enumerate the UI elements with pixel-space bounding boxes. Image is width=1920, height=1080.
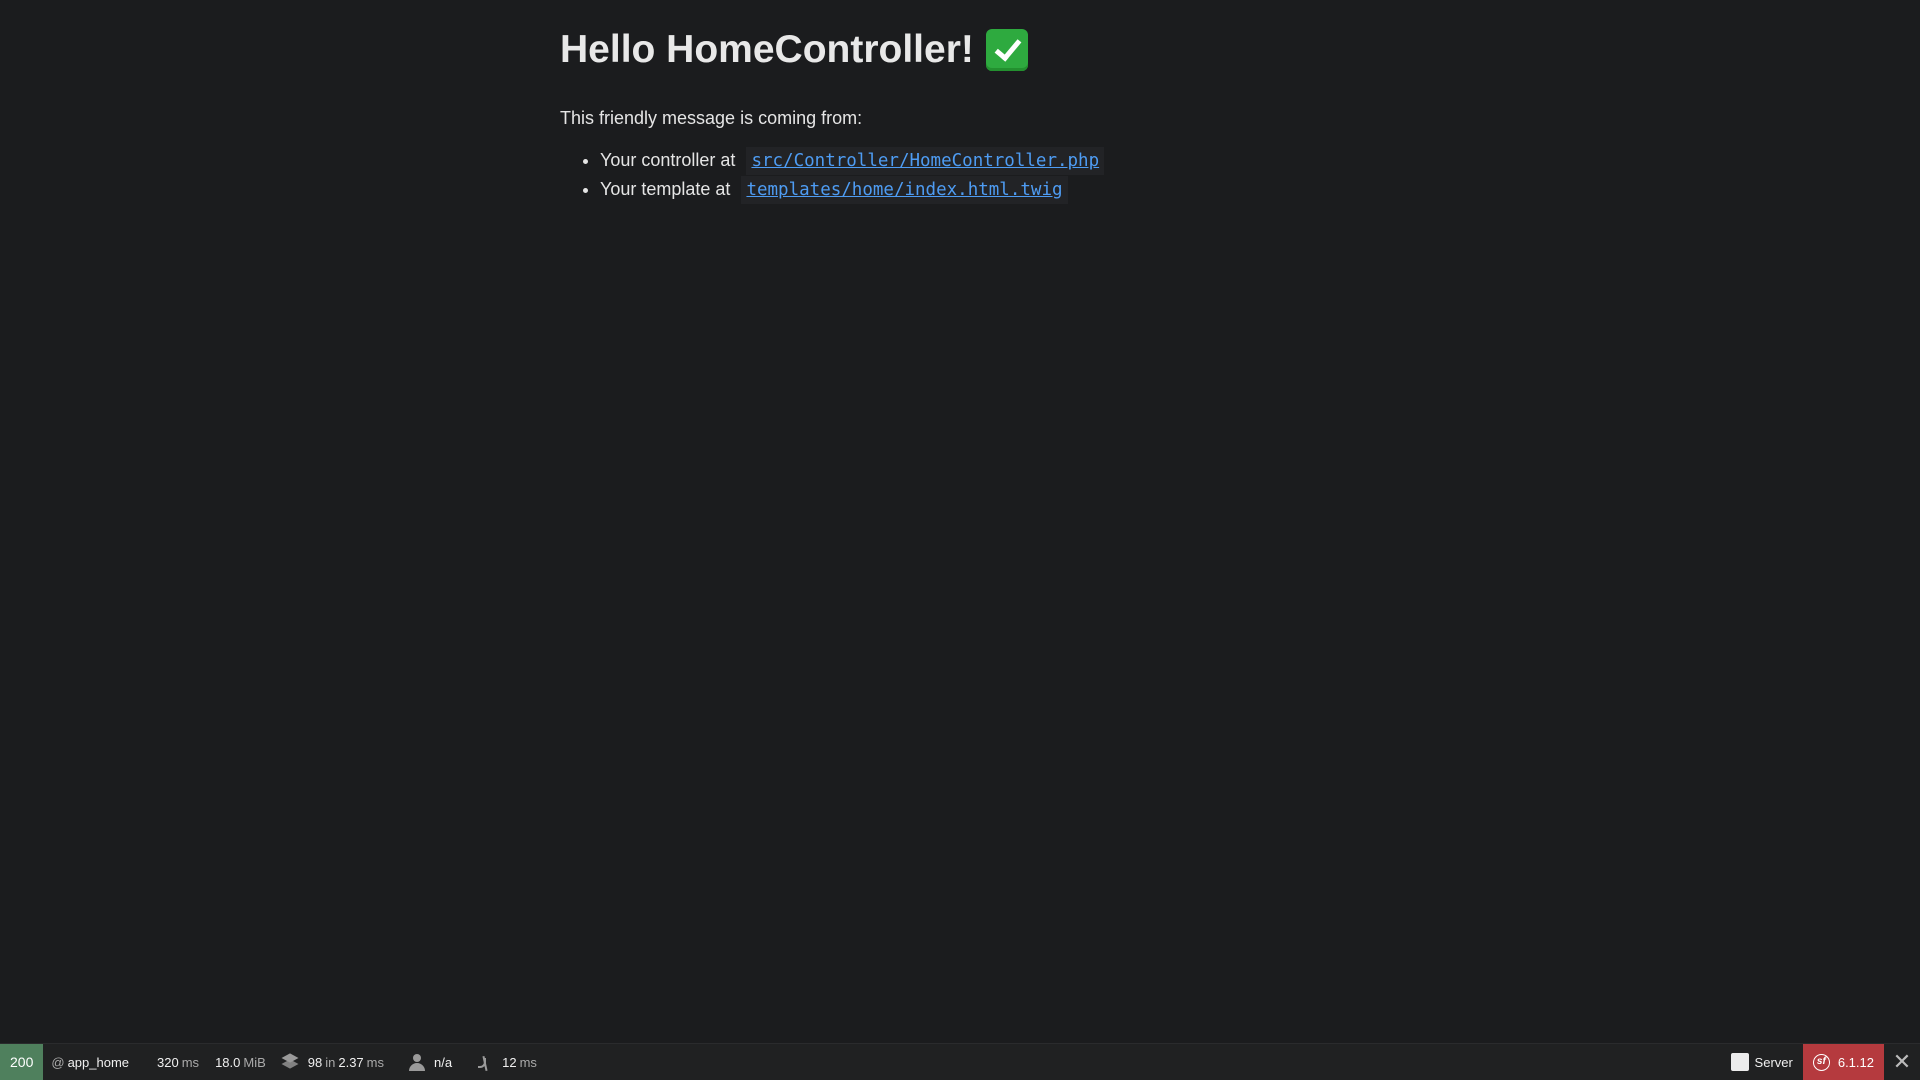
server-panel[interactable]: Server [1723, 1044, 1803, 1080]
twig-time: 12 [502, 1054, 517, 1070]
controller-file-link[interactable]: src/Controller/HomeController.php [751, 151, 1099, 171]
debug-toolbar: 200 @ app_home 320 ms 18.0 MiB 98 in 2.3… [0, 1043, 1920, 1080]
intro-text: This friendly message is coming from: [560, 108, 863, 128]
page-title: Hello HomeController! [560, 24, 1460, 76]
memory-value: 18.0 [215, 1054, 241, 1070]
list-item-controller: Your controller at src/Controller/HomeCo… [600, 146, 1460, 175]
list-item-template: Your template at templates/home/index.ht… [600, 175, 1460, 204]
twig-panel[interactable]: 12 ms [468, 1044, 545, 1080]
close-icon: ✕ [1892, 1049, 1912, 1074]
main-content: Hello HomeController! This friendly mess… [560, 24, 1460, 204]
symfony-version: 6.1.12 [1837, 1054, 1874, 1070]
security-panel[interactable]: n/a [400, 1044, 460, 1080]
db-time: 2.37 [338, 1054, 364, 1070]
db-query-count: 98 [307, 1054, 323, 1070]
db-time-unit: ms [366, 1054, 385, 1070]
memory-unit: MiB [243, 1054, 266, 1070]
user-value: n/a [434, 1054, 453, 1070]
list-item-label: Your template at [600, 179, 731, 199]
template-file-link[interactable]: templates/home/index.html.twig [746, 180, 1062, 200]
user-icon [408, 1053, 426, 1071]
code-snippet: src/Controller/HomeController.php [746, 147, 1105, 175]
time-unit: ms [181, 1054, 200, 1070]
route-name: app_home [67, 1054, 130, 1070]
database-layers-icon [282, 1053, 300, 1071]
code-snippet: templates/home/index.html.twig [741, 176, 1068, 204]
list-item-label: Your controller at [600, 150, 736, 170]
twig-time-unit: ms [519, 1054, 537, 1070]
database-panel[interactable]: 98 in 2.37 ms [274, 1044, 392, 1080]
symfony-logo-icon: sf [1812, 1053, 1830, 1071]
route-panel[interactable]: @ app_home [43, 1044, 137, 1080]
close-toolbar-button[interactable]: ✕ [1884, 1044, 1920, 1080]
check-mark-icon [985, 29, 1028, 71]
page-title-text: Hello HomeController! [560, 28, 974, 71]
twig-icon [476, 1053, 494, 1071]
symfony-version-panel[interactable]: sf 6.1.12 [1802, 1044, 1884, 1080]
route-prefix: @ [51, 1054, 65, 1070]
status-code: 200 [10, 1054, 34, 1070]
memory-panel[interactable]: 18.0 MiB [207, 1044, 274, 1080]
time-value: 320 [157, 1054, 179, 1070]
status-code-badge[interactable]: 200 [0, 1044, 44, 1080]
time-panel[interactable]: 320 ms [149, 1044, 207, 1080]
server-icon [1730, 1053, 1749, 1071]
source-list: Your controller at src/Controller/HomeCo… [560, 146, 1460, 204]
db-in-label: in [325, 1054, 336, 1070]
server-label: Server [1754, 1054, 1793, 1070]
